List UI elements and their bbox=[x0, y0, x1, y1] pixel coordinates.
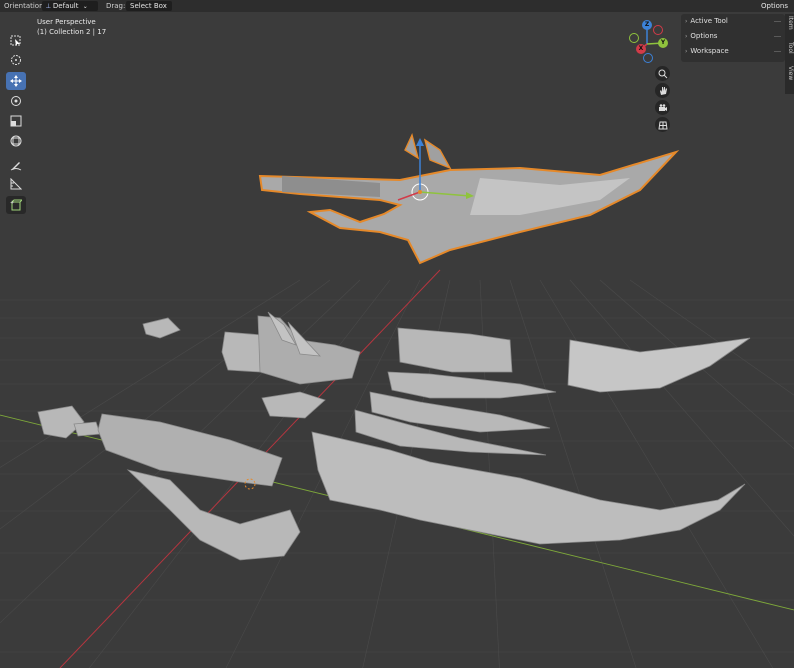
move-tool[interactable] bbox=[6, 72, 26, 90]
chevron-right-icon: › bbox=[685, 33, 688, 40]
annotate-tool[interactable] bbox=[6, 156, 26, 174]
collection-info: (1) Collection 2 | 17 bbox=[37, 28, 107, 36]
scene-canvas[interactable] bbox=[0, 12, 794, 668]
pan-button[interactable] bbox=[655, 83, 670, 98]
part-grip-lower bbox=[97, 413, 283, 487]
measure-tool[interactable] bbox=[6, 175, 26, 193]
orientation-dropdown[interactable]: ⟂ Default ⌄ bbox=[42, 1, 98, 11]
select-box-tool[interactable] bbox=[6, 32, 26, 50]
panel-row-label: Workspace bbox=[690, 47, 729, 55]
camera-icon bbox=[658, 103, 667, 111]
chevron-down-icon: ⌄ bbox=[82, 3, 88, 10]
chevron-right-icon: › bbox=[685, 18, 688, 25]
options-label: Options bbox=[761, 2, 789, 10]
transform-icon bbox=[10, 135, 22, 147]
panel-row-workspace[interactable]: › Workspace bbox=[685, 45, 781, 58]
part-spike-1 bbox=[387, 371, 557, 399]
gizmo-x-ball[interactable]: X bbox=[636, 44, 646, 54]
drag-label: Drag: bbox=[106, 2, 126, 10]
part-hook-lower bbox=[126, 469, 301, 561]
rotate-tool[interactable] bbox=[6, 92, 26, 110]
scale-icon bbox=[10, 115, 22, 127]
drag-dropdown[interactable]: Select Box ⌄ bbox=[126, 1, 172, 20]
sidebar-panel: › Active Tool › Options › Workspace bbox=[681, 14, 785, 62]
selected-axe-model[interactable] bbox=[258, 132, 680, 265]
viewport-header: Orientation: ⟂ Default ⌄ Drag: Select Bo… bbox=[0, 0, 794, 22]
svg-text:+: + bbox=[10, 200, 14, 206]
measure-icon bbox=[10, 178, 22, 190]
annotate-icon bbox=[10, 162, 22, 171]
orientation-label: Orientation: bbox=[4, 2, 46, 10]
panel-row-active-tool[interactable]: › Active Tool bbox=[685, 15, 781, 28]
gizmo-z-ball[interactable]: Z bbox=[642, 20, 652, 30]
gizmo-neg-z-ball[interactable] bbox=[643, 53, 653, 63]
drag-value: Select Box bbox=[130, 2, 167, 10]
panel-row-label: Active Tool bbox=[690, 17, 728, 25]
cursor-tool[interactable] bbox=[6, 51, 26, 69]
options-button[interactable]: Options ⌄ bbox=[757, 0, 794, 22]
part-small-cap-top bbox=[142, 317, 181, 339]
view-name: User Perspective bbox=[37, 18, 96, 26]
scale-tool[interactable] bbox=[6, 112, 26, 130]
perspective-toggle-button[interactable] bbox=[655, 117, 670, 132]
drag-handle-icon[interactable] bbox=[774, 36, 781, 37]
panel-row-label: Options bbox=[690, 32, 718, 40]
rotate-icon bbox=[11, 96, 21, 106]
orientation-icon: ⟂ bbox=[46, 2, 51, 10]
add-cube-tool[interactable]: + bbox=[6, 196, 26, 214]
add-cube-icon: + bbox=[10, 199, 22, 211]
part-clasp bbox=[261, 391, 326, 419]
camera-view-button[interactable] bbox=[655, 100, 670, 115]
drag-handle-icon[interactable] bbox=[774, 51, 781, 52]
drag-handle-icon[interactable] bbox=[774, 21, 781, 22]
gizmo-neg-x-ball[interactable] bbox=[653, 25, 663, 35]
sidebar-tabs: Item Tool View bbox=[785, 14, 794, 94]
exploded-parts bbox=[37, 311, 751, 561]
hand-icon bbox=[659, 86, 667, 95]
tab-view[interactable]: View bbox=[785, 66, 794, 80]
gizmo-y-ball[interactable]: Y bbox=[658, 38, 668, 48]
gizmo-neg-y-ball[interactable] bbox=[629, 33, 639, 43]
magnifier-icon bbox=[658, 69, 667, 78]
part-main-blade bbox=[311, 431, 746, 545]
panel-row-options[interactable]: › Options bbox=[685, 30, 781, 43]
select-box-icon bbox=[10, 35, 21, 46]
move-icon bbox=[10, 75, 22, 87]
cursor-icon bbox=[11, 55, 21, 65]
tab-tool[interactable]: Tool bbox=[785, 42, 794, 54]
navigation-gizmo[interactable]: Z Y X bbox=[624, 20, 670, 64]
3d-viewport[interactable]: User Perspective (1) Collection 2 | 17 + bbox=[0, 12, 794, 668]
transform-tool[interactable] bbox=[6, 132, 26, 150]
orientation-value: Default bbox=[52, 2, 79, 10]
zoom-button[interactable] bbox=[655, 66, 670, 81]
part-blade-back-upper bbox=[397, 327, 513, 373]
chevron-right-icon: › bbox=[685, 48, 688, 55]
grid-icon bbox=[657, 121, 668, 129]
tab-item[interactable]: Item bbox=[785, 16, 794, 30]
part-connector bbox=[73, 421, 101, 437]
